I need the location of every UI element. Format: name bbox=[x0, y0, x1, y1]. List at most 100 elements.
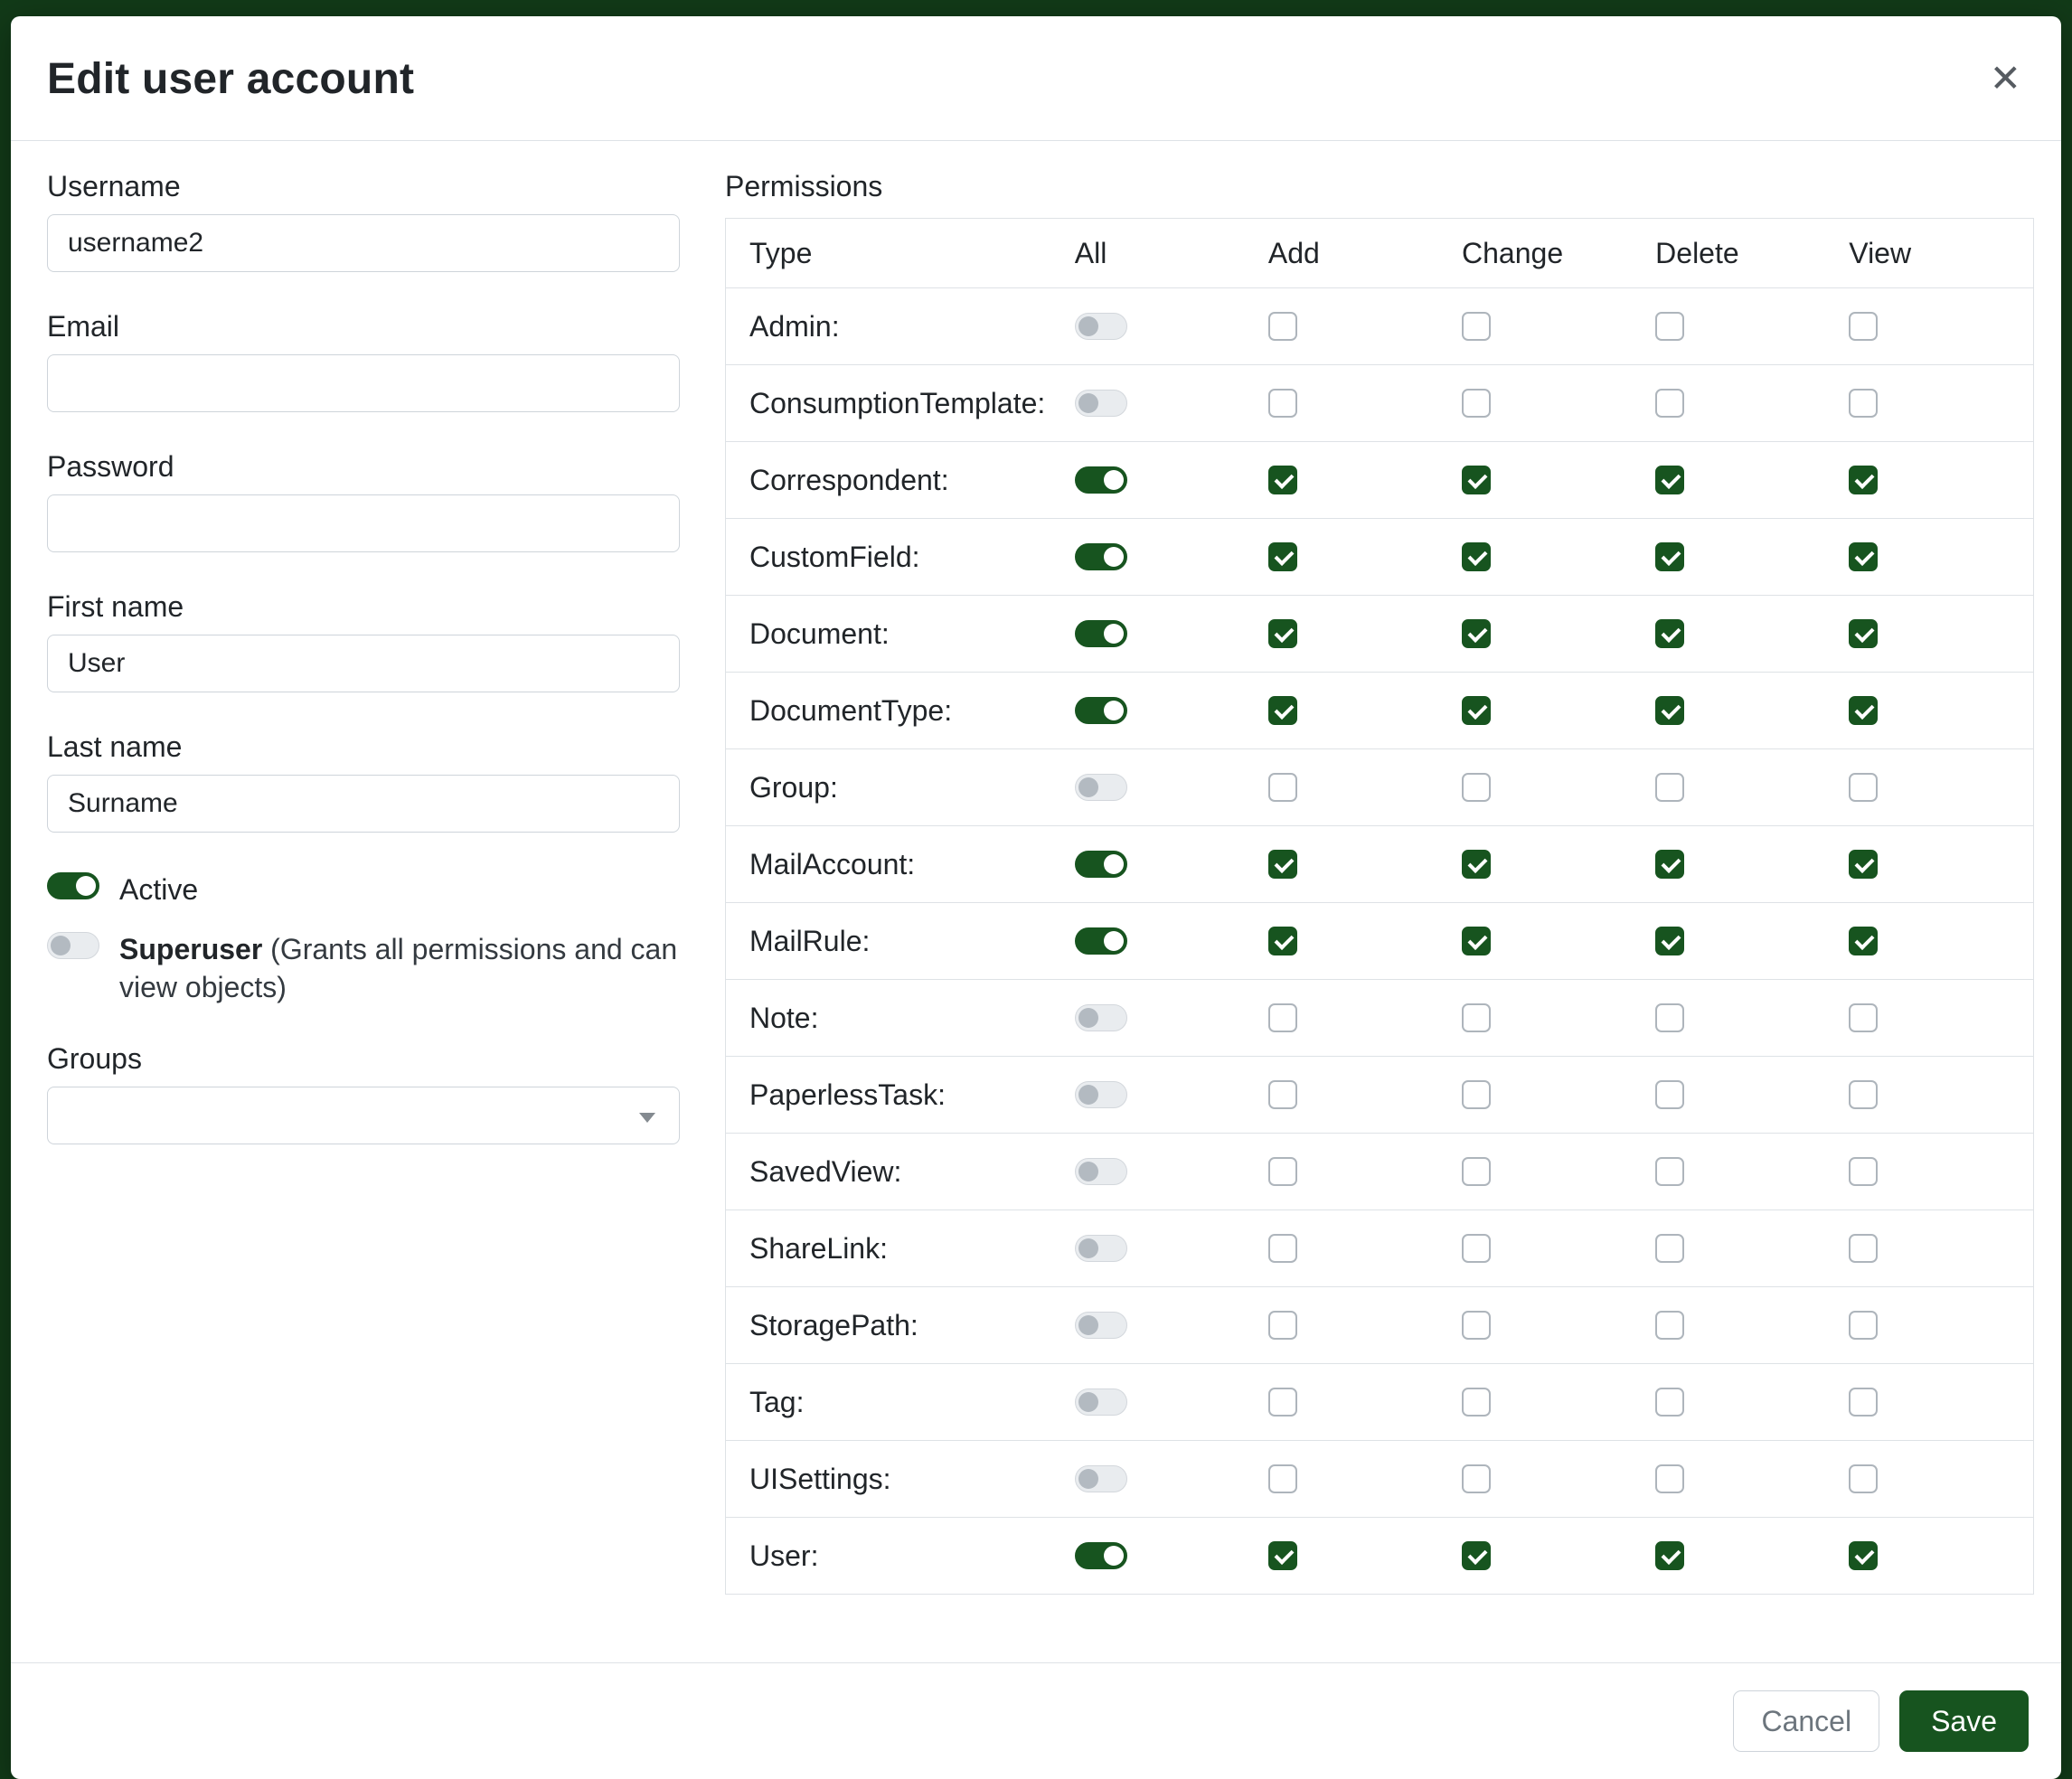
permission-change-checkbox[interactable] bbox=[1462, 542, 1491, 571]
permission-add-checkbox[interactable] bbox=[1268, 850, 1297, 879]
permission-view-checkbox[interactable] bbox=[1849, 773, 1878, 802]
permission-add-checkbox[interactable] bbox=[1268, 542, 1297, 571]
permission-all-toggle[interactable] bbox=[1075, 1542, 1127, 1569]
permission-add-checkbox[interactable] bbox=[1268, 389, 1297, 418]
permission-all-toggle[interactable] bbox=[1075, 774, 1127, 801]
permission-view-checkbox[interactable] bbox=[1849, 466, 1878, 494]
permission-add-checkbox[interactable] bbox=[1268, 1311, 1297, 1340]
active-toggle[interactable] bbox=[47, 872, 99, 899]
permission-change-checkbox[interactable] bbox=[1462, 1080, 1491, 1109]
permission-view-checkbox[interactable] bbox=[1849, 1157, 1878, 1186]
permission-view-checkbox[interactable] bbox=[1849, 696, 1878, 725]
permission-delete-checkbox[interactable] bbox=[1655, 389, 1684, 418]
permission-add-checkbox[interactable] bbox=[1268, 773, 1297, 802]
permission-delete-checkbox[interactable] bbox=[1655, 619, 1684, 648]
permission-add-checkbox[interactable] bbox=[1268, 619, 1297, 648]
permission-change-checkbox[interactable] bbox=[1462, 312, 1491, 341]
permission-all-toggle[interactable] bbox=[1075, 466, 1127, 494]
permission-delete-checkbox[interactable] bbox=[1655, 1388, 1684, 1417]
permission-view-checkbox[interactable] bbox=[1849, 927, 1878, 955]
permission-change-checkbox[interactable] bbox=[1462, 773, 1491, 802]
permission-change-checkbox[interactable] bbox=[1462, 1388, 1491, 1417]
permission-add-checkbox[interactable] bbox=[1268, 466, 1297, 494]
superuser-toggle[interactable] bbox=[47, 932, 99, 959]
permission-view-checkbox[interactable] bbox=[1849, 1311, 1878, 1340]
permission-delete-checkbox[interactable] bbox=[1655, 1311, 1684, 1340]
permission-change-checkbox[interactable] bbox=[1462, 619, 1491, 648]
permission-view-checkbox[interactable] bbox=[1849, 389, 1878, 418]
email-field[interactable] bbox=[47, 354, 680, 412]
permission-change-checkbox[interactable] bbox=[1462, 850, 1491, 879]
permission-view-checkbox[interactable] bbox=[1849, 1080, 1878, 1109]
permission-change-checkbox[interactable] bbox=[1462, 1464, 1491, 1493]
permission-delete-checkbox[interactable] bbox=[1655, 1464, 1684, 1493]
permission-change-checkbox[interactable] bbox=[1462, 466, 1491, 494]
permission-add-checkbox[interactable] bbox=[1268, 1234, 1297, 1263]
permission-view-checkbox[interactable] bbox=[1849, 1003, 1878, 1032]
permission-change-checkbox[interactable] bbox=[1462, 1311, 1491, 1340]
permission-add-checkbox[interactable] bbox=[1268, 1541, 1297, 1570]
permission-view-checkbox[interactable] bbox=[1849, 1388, 1878, 1417]
save-button[interactable]: Save bbox=[1899, 1690, 2029, 1752]
permission-add-checkbox[interactable] bbox=[1268, 1464, 1297, 1493]
permission-add-checkbox[interactable] bbox=[1268, 927, 1297, 955]
cancel-button[interactable]: Cancel bbox=[1733, 1690, 1879, 1752]
permission-delete-checkbox[interactable] bbox=[1655, 1234, 1684, 1263]
permission-all-toggle[interactable] bbox=[1075, 1004, 1127, 1031]
superuser-label: Superuser (Grants all permissions and ca… bbox=[119, 930, 680, 1006]
toggle-knob bbox=[1078, 1315, 1098, 1335]
permission-view-checkbox[interactable] bbox=[1849, 312, 1878, 341]
permission-all-toggle[interactable] bbox=[1075, 1388, 1127, 1416]
permission-add-checkbox[interactable] bbox=[1268, 1157, 1297, 1186]
permission-change-checkbox[interactable] bbox=[1462, 1234, 1491, 1263]
permission-delete-checkbox[interactable] bbox=[1655, 1541, 1684, 1570]
permission-change-checkbox[interactable] bbox=[1462, 1541, 1491, 1570]
permission-delete-checkbox[interactable] bbox=[1655, 466, 1684, 494]
username-input[interactable] bbox=[47, 214, 680, 272]
permission-all-toggle[interactable] bbox=[1075, 927, 1127, 955]
permission-all-toggle[interactable] bbox=[1075, 1158, 1127, 1185]
permission-all-toggle[interactable] bbox=[1075, 313, 1127, 340]
permission-delete-checkbox[interactable] bbox=[1655, 312, 1684, 341]
permission-add-checkbox[interactable] bbox=[1268, 696, 1297, 725]
permission-all-toggle[interactable] bbox=[1075, 1312, 1127, 1339]
permission-delete-checkbox[interactable] bbox=[1655, 1157, 1684, 1186]
first-name-field[interactable] bbox=[47, 635, 680, 692]
groups-select[interactable] bbox=[47, 1087, 680, 1144]
permission-all-toggle[interactable] bbox=[1075, 851, 1127, 878]
permission-all-toggle[interactable] bbox=[1075, 543, 1127, 570]
superuser-row: Superuser (Grants all permissions and ca… bbox=[47, 930, 680, 1006]
permission-delete-checkbox[interactable] bbox=[1655, 542, 1684, 571]
last-name-field[interactable] bbox=[47, 775, 680, 833]
permission-add-checkbox[interactable] bbox=[1268, 1388, 1297, 1417]
permission-view-checkbox[interactable] bbox=[1849, 619, 1878, 648]
permission-change-checkbox[interactable] bbox=[1462, 1157, 1491, 1186]
permission-delete-checkbox[interactable] bbox=[1655, 696, 1684, 725]
permission-all-toggle[interactable] bbox=[1075, 697, 1127, 724]
password-field[interactable] bbox=[47, 494, 680, 552]
permissions-header-row: Type All Add Change Delete View bbox=[726, 219, 2034, 288]
permission-view-checkbox[interactable] bbox=[1849, 1541, 1878, 1570]
permission-all-toggle[interactable] bbox=[1075, 1465, 1127, 1492]
permission-delete-checkbox[interactable] bbox=[1655, 773, 1684, 802]
permission-all-toggle[interactable] bbox=[1075, 390, 1127, 417]
permission-add-checkbox[interactable] bbox=[1268, 1080, 1297, 1109]
permission-all-toggle[interactable] bbox=[1075, 620, 1127, 647]
permission-add-checkbox[interactable] bbox=[1268, 312, 1297, 341]
permission-view-checkbox[interactable] bbox=[1849, 1464, 1878, 1493]
permission-view-checkbox[interactable] bbox=[1849, 850, 1878, 879]
permission-add-checkbox[interactable] bbox=[1268, 1003, 1297, 1032]
permission-change-checkbox[interactable] bbox=[1462, 1003, 1491, 1032]
permission-all-toggle[interactable] bbox=[1075, 1235, 1127, 1262]
permission-delete-checkbox[interactable] bbox=[1655, 1080, 1684, 1109]
permission-delete-checkbox[interactable] bbox=[1655, 1003, 1684, 1032]
permission-view-checkbox[interactable] bbox=[1849, 1234, 1878, 1263]
permission-change-checkbox[interactable] bbox=[1462, 927, 1491, 955]
permission-change-checkbox[interactable] bbox=[1462, 696, 1491, 725]
permission-all-toggle[interactable] bbox=[1075, 1081, 1127, 1108]
permission-delete-checkbox[interactable] bbox=[1655, 927, 1684, 955]
permission-delete-checkbox[interactable] bbox=[1655, 850, 1684, 879]
permission-change-checkbox[interactable] bbox=[1462, 389, 1491, 418]
permission-view-checkbox[interactable] bbox=[1849, 542, 1878, 571]
close-icon[interactable]: ✕ bbox=[1986, 54, 2025, 103]
